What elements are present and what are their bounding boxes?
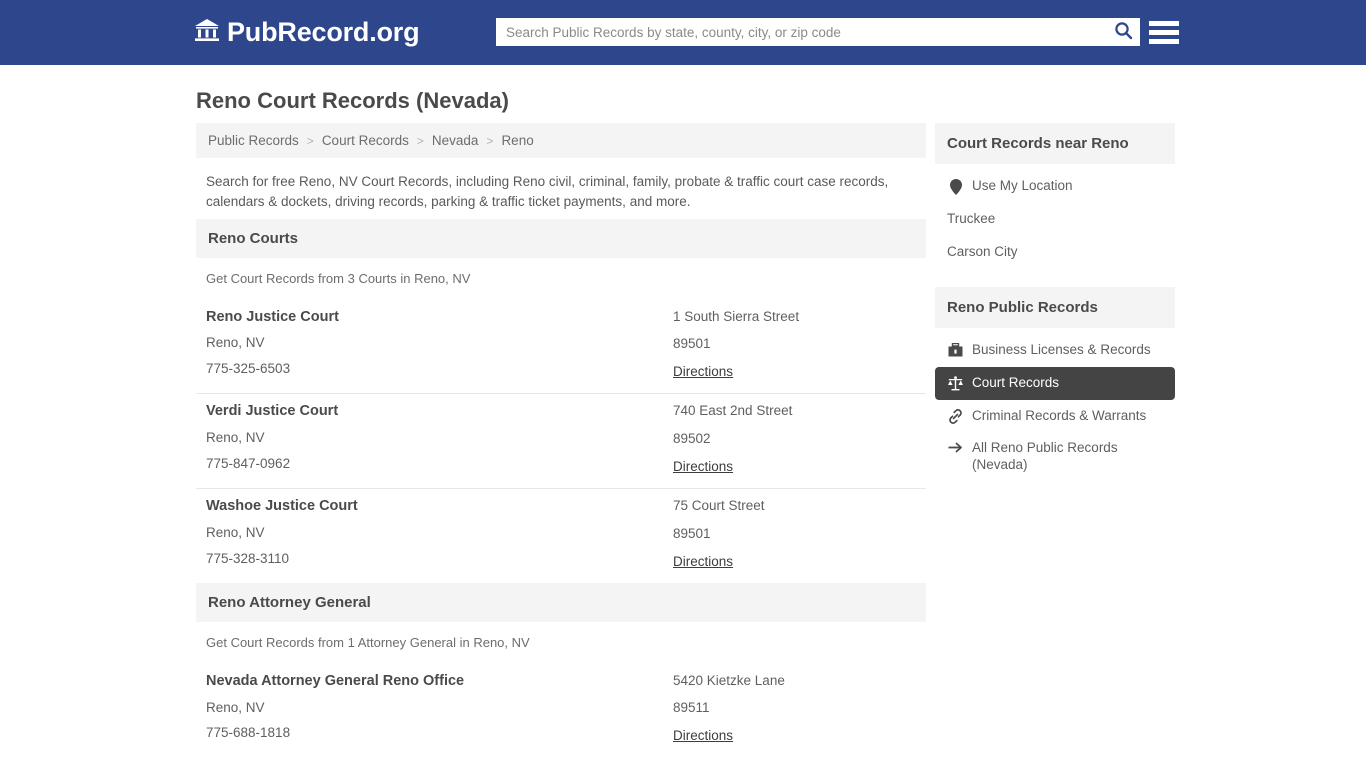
city-state: Reno, NV	[206, 335, 265, 351]
directions-link[interactable]: Directions	[673, 459, 733, 474]
listing-right-column: 75 Court Street 89501 Directions	[673, 497, 916, 571]
street-address: 740 East 2nd Street	[673, 403, 793, 419]
city-state: Reno, NV	[206, 699, 265, 715]
sidebar-record-item[interactable]: All Reno Public Records (Nevada)	[935, 432, 1175, 482]
sidebar-record-item-label: All Reno Public Records (Nevada)	[972, 440, 1118, 473]
search-bar	[496, 18, 1140, 46]
organization-name: Verdi Justice Court	[206, 403, 339, 420]
hamburger-menu-icon	[1149, 20, 1179, 26]
sidebar-near-item[interactable]: Carson City	[935, 236, 1175, 269]
sidebar-near-item[interactable]: Use My Location	[935, 170, 1175, 203]
city-state: Reno, NV	[206, 430, 265, 446]
sidebar-record-item-label: Court Records	[972, 374, 1060, 390]
listing-right-column: 5420 Kietzke Lane 89511 Directions	[673, 672, 916, 746]
search-button[interactable]	[1106, 18, 1140, 46]
listing-row: Nevada Attorney General Reno Office Reno,…	[196, 664, 926, 758]
page-title: Reno Court Records (Nevada)	[196, 88, 509, 113]
search-icon	[1114, 21, 1133, 43]
records-section: Reno Attorney General Get Court Records f…	[196, 582, 926, 758]
section-heading: Reno Courts	[196, 218, 926, 258]
hamburger-menu-icon-bar	[1149, 29, 1179, 35]
arrow-right-icon	[947, 441, 964, 454]
sidebar-record-item-label: Business Licenses & Records	[972, 341, 1151, 357]
listing-right-column: 740 East 2nd Street 89502 Directions	[673, 403, 916, 476]
directions-link[interactable]: Directions	[673, 364, 733, 379]
sidebar: Court Records near Reno Use My Location T…	[935, 123, 1175, 757]
zip-code: 89511	[673, 700, 710, 716]
briefcase-icon	[947, 342, 964, 357]
sidebar-near-item[interactable]: Truckee	[935, 203, 1175, 236]
phone-number: 775-688-1818	[206, 725, 291, 741]
map-pin-icon	[947, 179, 964, 195]
phone-number: 775-847-0962	[206, 455, 291, 471]
sidebar-near-item-label: Truckee	[947, 211, 996, 226]
listing-left-column: Verdi Justice Court Reno, NV 775-847-0962	[206, 403, 673, 476]
hamburger-menu-icon-bar	[1149, 38, 1179, 44]
chain-link-icon	[947, 408, 964, 424]
sections-container: Reno Courts Get Court Records from 3 Cour…	[196, 218, 926, 758]
sidebar-near-item-label: Carson City	[947, 243, 1018, 259]
listing-left-column: Washoe Justice Court Reno, NV 775-328-3110	[206, 497, 673, 571]
sidebar-record-item-label: Criminal Records & Warrants	[972, 407, 1147, 423]
site-logo-text: PubRecord.org	[227, 17, 420, 47]
directions-link[interactable]: Directions	[673, 554, 733, 569]
zip-code: 89501	[673, 336, 711, 352]
main-column: Public Records > Court Records > Nevada > Reno…	[196, 123, 926, 757]
sidebar-records-heading: Reno Public Records	[935, 286, 1175, 328]
breadcrumb-separator: >	[306, 133, 314, 148]
hamburger-menu-button[interactable]	[1149, 17, 1179, 47]
directions-link[interactable]: Directions	[673, 728, 733, 743]
organization-name: Reno Justice Court	[206, 308, 339, 325]
breadcrumb-item[interactable]: Public Records	[208, 133, 299, 148]
sidebar-record-item[interactable]: Court Records	[935, 366, 1175, 400]
organization-name: Washoe Justice Court	[206, 497, 358, 514]
records-section: Reno Courts Get Court Records from 3 Cour…	[196, 218, 926, 583]
site-logo[interactable]: PubRecord.org	[194, 17, 420, 47]
breadcrumb-item[interactable]: Reno	[501, 133, 533, 148]
site-header: PubRecord.org	[0, 0, 1366, 65]
listing-left-column: Reno Justice Court Reno, NV 775-325-6503	[206, 308, 673, 382]
zip-code: 89501	[673, 525, 711, 541]
bank-icon	[194, 18, 220, 47]
page-intro-text: Search for free Reno, NV Court Records, …	[206, 174, 889, 210]
breadcrumb-item[interactable]: Court Records	[322, 133, 409, 148]
street-address: 1 South Sierra Street	[673, 308, 800, 324]
breadcrumb-item[interactable]: Nevada	[432, 133, 479, 148]
section-note: Get Court Records from 3 Courts in Reno,…	[206, 270, 471, 286]
search-input[interactable]	[496, 19, 1106, 45]
city-state: Reno, NV	[206, 524, 265, 540]
sidebar-records-list: Business Licenses & Records Court Records…	[935, 328, 1175, 482]
sidebar-near-item-label: Use My Location	[972, 178, 1073, 193]
content-columns: Public Records > Court Records > Nevada > Reno…	[0, 123, 1366, 757]
breadcrumb-separator: >	[416, 133, 424, 148]
sidebar-near-list: Use My Location Truckee Carson City	[935, 164, 1175, 269]
listing-row: Reno Justice Court Reno, NV 775-325-6503 1 …	[196, 300, 926, 395]
sidebar-record-item[interactable]: Criminal Records & Warrants	[935, 400, 1175, 433]
sidebar-near-heading: Court Records near Reno	[935, 123, 1175, 164]
breadcrumb: Public Records > Court Records > Nevada > Reno	[196, 123, 926, 158]
zip-code: 89502	[673, 431, 711, 447]
street-address: 5420 Kietzke Lane	[673, 672, 785, 688]
scales-of-justice-icon	[947, 375, 964, 391]
phone-number: 775-325-6503	[206, 361, 291, 377]
section-note: Get Court Records from 1 Attorney Genera…	[206, 634, 530, 650]
street-address: 75 Court Street	[673, 497, 765, 513]
listing-left-column: Nevada Attorney General Reno Office Reno,…	[206, 672, 673, 746]
listing-row: Verdi Justice Court Reno, NV 775-847-0962 7…	[196, 394, 926, 489]
section-heading: Reno Attorney General	[196, 582, 926, 622]
phone-number: 775-328-3110	[206, 550, 290, 566]
organization-name: Nevada Attorney General Reno Office	[206, 672, 465, 689]
listing-right-column: 1 South Sierra Street 89501 Directions	[673, 308, 916, 382]
sidebar-record-item[interactable]: Business Licenses & Records	[935, 334, 1175, 367]
listing-row: Washoe Justice Court Reno, NV 775-328-3110…	[196, 489, 926, 583]
breadcrumb-separator: >	[486, 133, 494, 148]
